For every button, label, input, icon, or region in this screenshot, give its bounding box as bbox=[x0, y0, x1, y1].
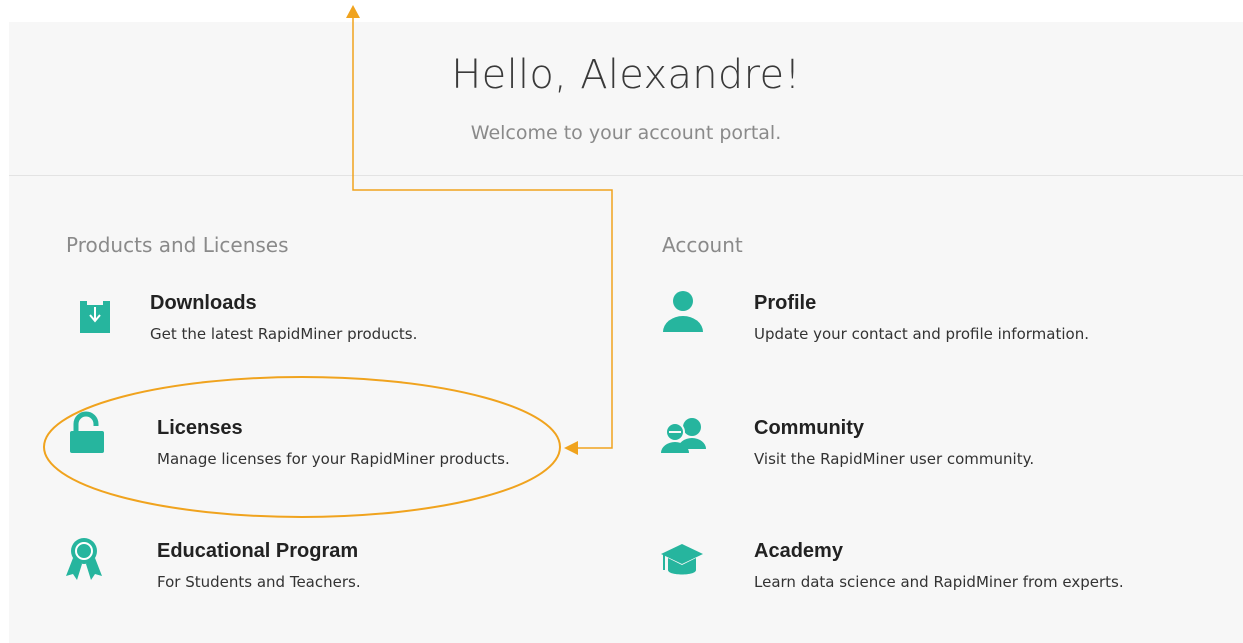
educational-program-link[interactable]: Educational Program For Students and Tea… bbox=[66, 538, 626, 600]
licenses-title: Licenses bbox=[157, 417, 243, 439]
graduation-cap-icon bbox=[659, 542, 705, 582]
header-divider bbox=[9, 175, 1243, 176]
community-link[interactable]: Community Visit the RapidMiner user comm… bbox=[660, 415, 1222, 477]
community-icon bbox=[660, 415, 708, 459]
community-title: Community bbox=[754, 417, 864, 439]
portal-header: Hello, Alexandre! Welcome to your accoun… bbox=[9, 22, 1243, 176]
page-title: Hello, Alexandre! bbox=[451, 52, 801, 98]
unlocked-padlock-icon bbox=[67, 411, 109, 455]
profile-desc: Update your contact and profile informat… bbox=[754, 325, 1089, 343]
licenses-link[interactable]: Licenses Manage licenses for your RapidM… bbox=[66, 411, 626, 477]
academy-title: Academy bbox=[754, 540, 843, 562]
community-desc: Visit the RapidMiner user community. bbox=[754, 450, 1035, 468]
page-subtitle: Welcome to your account portal. bbox=[470, 122, 782, 144]
licenses-desc: Manage licenses for your RapidMiner prod… bbox=[157, 450, 510, 468]
profile-title: Profile bbox=[754, 292, 817, 314]
profile-link[interactable]: Profile Update your contact and profile … bbox=[659, 290, 1222, 352]
section-title-account: Account bbox=[662, 233, 743, 257]
download-icon bbox=[76, 298, 116, 338]
downloads-link[interactable]: Downloads Get the latest RapidMiner prod… bbox=[66, 292, 626, 352]
user-icon bbox=[659, 290, 707, 334]
annotation-arrowhead-up bbox=[346, 5, 360, 18]
academy-desc: Learn data science and RapidMiner from e… bbox=[754, 573, 1124, 591]
portal-panel: Hello, Alexandre! Welcome to your accoun… bbox=[9, 22, 1243, 643]
educational-program-desc: For Students and Teachers. bbox=[157, 573, 361, 591]
award-ribbon-icon bbox=[64, 536, 104, 584]
section-title-products: Products and Licenses bbox=[66, 233, 289, 257]
downloads-desc: Get the latest RapidMiner products. bbox=[150, 325, 418, 343]
downloads-title: Downloads bbox=[150, 292, 257, 314]
educational-program-title: Educational Program bbox=[157, 540, 359, 562]
academy-link[interactable]: Academy Learn data science and RapidMine… bbox=[659, 540, 1222, 600]
